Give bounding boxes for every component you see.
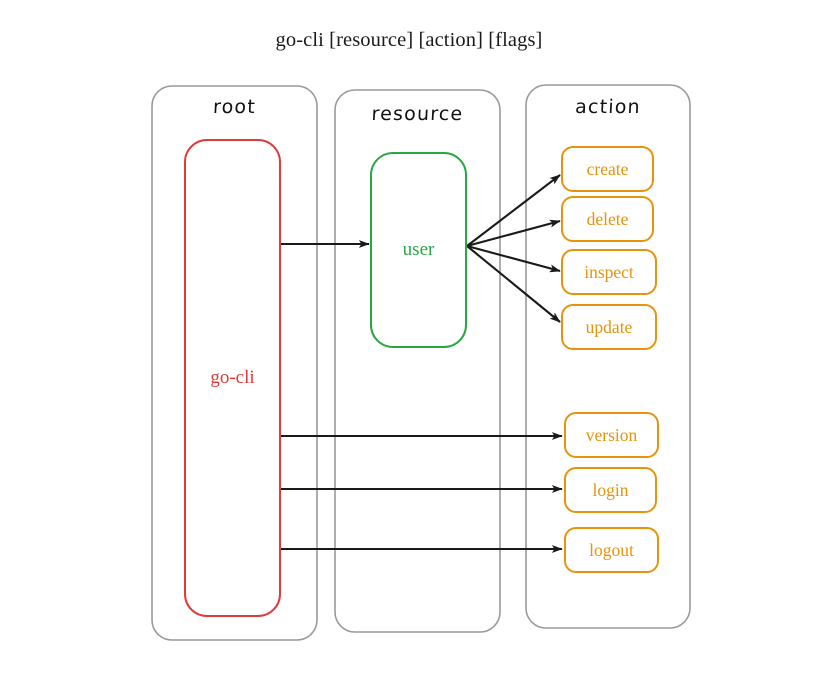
node-logout[interactable] <box>564 527 659 573</box>
diagram-canvas: go-cli [resource] [action] [flags] root r… <box>0 0 818 676</box>
node-update[interactable] <box>561 304 657 350</box>
node-version[interactable] <box>564 412 659 458</box>
node-user[interactable] <box>370 152 467 348</box>
edge-user-create <box>466 174 561 247</box>
node-go-cli[interactable] <box>184 139 281 617</box>
edge-user-update <box>466 245 561 323</box>
cluster-label-resource: resource <box>371 103 464 125</box>
node-inspect[interactable] <box>561 249 657 295</box>
cluster-label-action: action <box>574 96 642 118</box>
cluster-label-root: root <box>212 96 257 118</box>
node-login[interactable] <box>564 467 657 513</box>
edge-user-delete <box>466 219 561 248</box>
node-delete[interactable] <box>561 196 654 242</box>
node-create[interactable] <box>561 146 654 192</box>
nodes-layer <box>184 139 659 617</box>
diagram-svg <box>151 84 691 641</box>
